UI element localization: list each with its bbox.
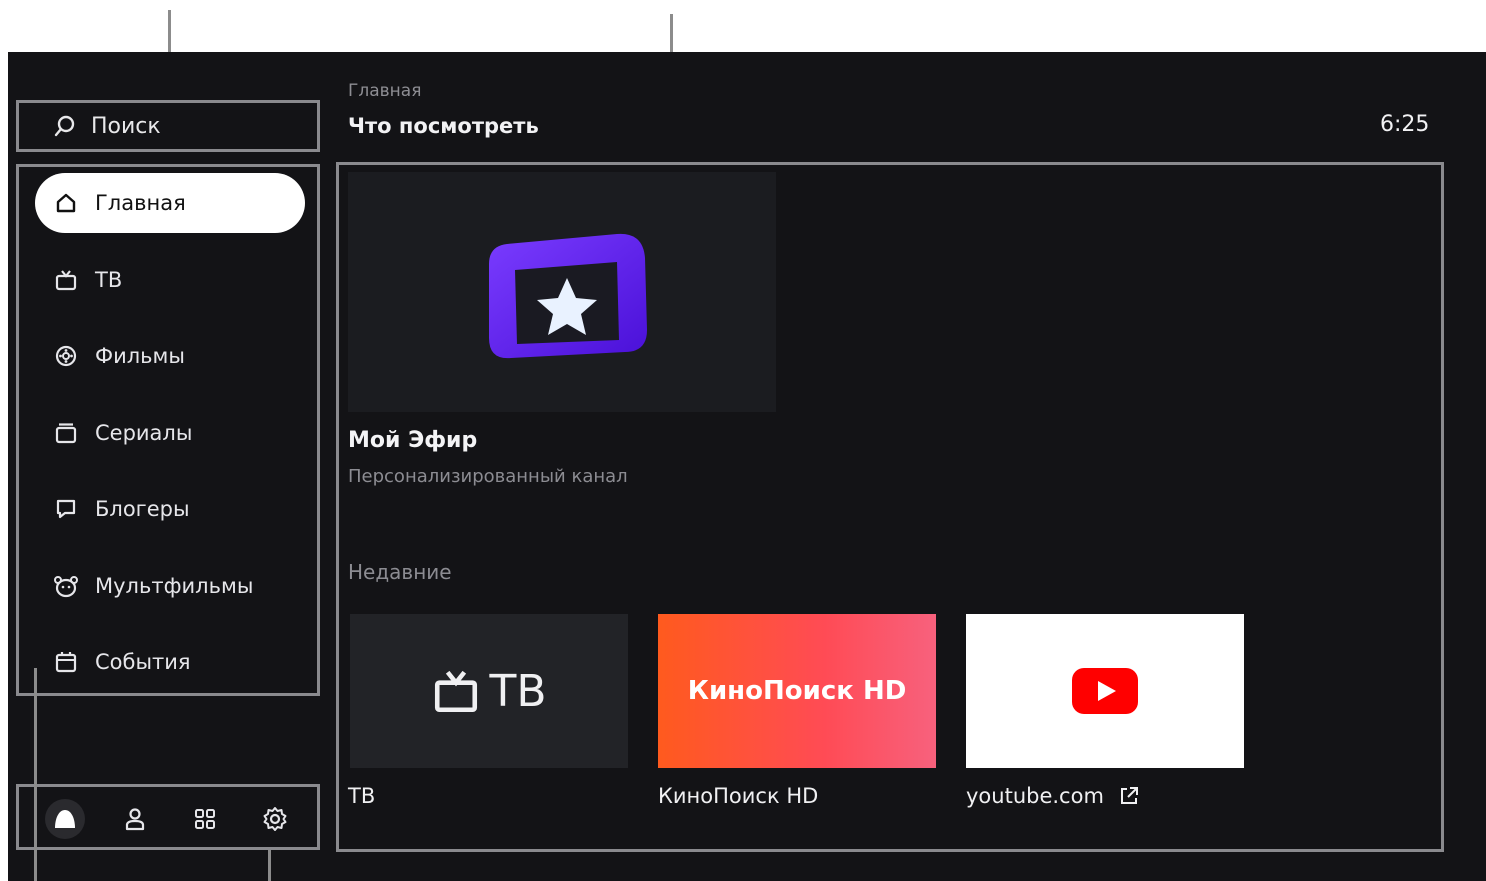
film-reel-icon [53, 343, 79, 369]
recent-tile-kinopoisk[interactable]: КиноПоиск HD [658, 614, 936, 768]
sidebar-nav: Главная ТВ Фильмы Сериалы Блогеры Мультф… [16, 164, 320, 696]
my-efir-star-icon [489, 233, 647, 359]
settings-gear-icon [263, 807, 287, 831]
sidebar-item-label: Фильмы [95, 344, 185, 368]
featured-card-my-efir[interactable] [348, 172, 776, 412]
recent-section-title: Недавние [348, 560, 452, 584]
sidebar-item-films[interactable]: Фильмы [35, 326, 305, 386]
sidebar-item-label: События [95, 650, 191, 674]
profile-button[interactable] [115, 799, 155, 839]
home-icon [53, 190, 79, 216]
callout-line-nav [34, 668, 37, 881]
callout-line-bottom-bar [268, 850, 271, 881]
recent-label-tv: ТВ [348, 784, 376, 808]
sidebar-item-bloggers[interactable]: Блогеры [35, 479, 305, 539]
tv-icon [435, 670, 478, 713]
recent-label-youtube: youtube.com [966, 784, 1140, 808]
search-button[interactable]: Поиск [16, 100, 320, 152]
recent-tile-youtube[interactable] [966, 614, 1244, 768]
series-icon [53, 420, 79, 446]
search-icon [54, 115, 75, 137]
featured-title: Мой Эфир [348, 428, 478, 453]
youtube-logo-icon [1072, 668, 1138, 714]
sidebar-item-home[interactable]: Главная [35, 173, 305, 233]
sidebar-item-tv[interactable]: ТВ [35, 250, 305, 310]
recent-label-kinopoisk: КиноПоиск HD [658, 784, 819, 808]
bear-face-icon [53, 573, 79, 599]
sidebar-item-series[interactable]: Сериалы [35, 403, 305, 463]
account-avatar-button[interactable] [45, 799, 85, 839]
tile-tv-text: ТВ [489, 665, 547, 717]
sidebar-item-cartoons[interactable]: Мультфильмы [35, 556, 305, 616]
calendar-icon [53, 649, 79, 675]
recent-tile-tv[interactable]: ТВ [350, 614, 628, 768]
sidebar-item-label: Мультфильмы [95, 574, 254, 598]
account-avatar-icon [55, 810, 75, 828]
bottom-bar [16, 784, 320, 850]
page-title: Что посмотреть [348, 114, 539, 138]
kinopoisk-logo-text: КиноПоиск HD [687, 676, 907, 706]
external-link-icon [1120, 787, 1138, 804]
tv-icon [53, 267, 79, 293]
apps-grid-button[interactable] [185, 799, 225, 839]
sidebar-item-events[interactable]: События [35, 632, 305, 692]
sidebar-item-label: Сериалы [95, 421, 193, 445]
sidebar-item-label: Блогеры [95, 497, 190, 521]
sidebar-item-label: Главная [95, 191, 186, 215]
chat-bubble-icon [53, 496, 79, 522]
apps-grid-icon [195, 809, 215, 829]
search-label: Поиск [91, 113, 161, 139]
featured-subtitle: Персонализированный канал [348, 466, 628, 487]
profile-icon [125, 808, 145, 831]
settings-button[interactable] [255, 799, 295, 839]
breadcrumb: Главная [348, 81, 422, 101]
sidebar-item-label: ТВ [95, 268, 123, 292]
clock: 6:25 [1380, 112, 1430, 137]
youtube-label-text: youtube.com [966, 784, 1104, 808]
